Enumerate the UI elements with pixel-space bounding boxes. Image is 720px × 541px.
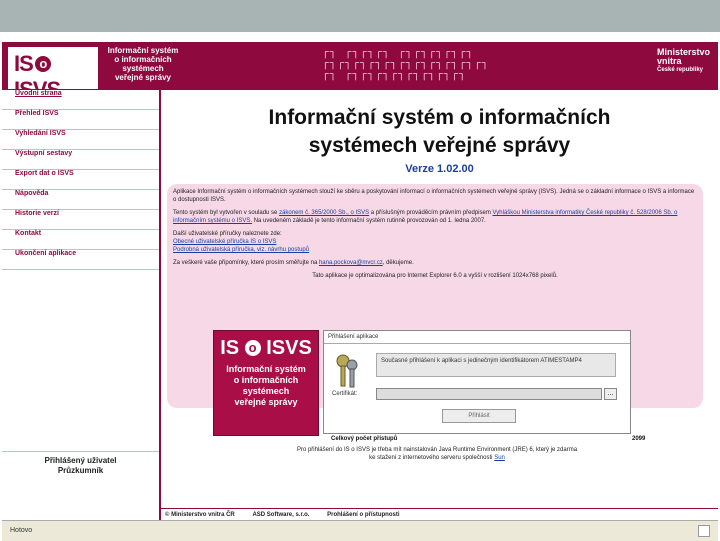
sidebar-item-overview[interactable]: Přehled ISVS xyxy=(2,110,159,130)
login-area: IS o ISVS Informační systém o informační… xyxy=(167,318,703,464)
header-banner: ISoISVS Informační systém o informačních… xyxy=(2,42,718,102)
version-label: Verze 1.02.00 xyxy=(405,163,474,175)
sidebar-item-export[interactable]: Export dat o ISVS xyxy=(2,170,159,190)
sidebar-item-contact[interactable]: Kontakt xyxy=(2,230,159,250)
info-paragraph-3: Další uživatelské příručky naleznete zde… xyxy=(173,231,310,253)
logged-user-box: Přihlášený uživatel Průzkumník xyxy=(2,451,159,476)
footer-asd-link[interactable]: ASD Software, s.r.o. xyxy=(252,512,309,518)
footer-accessibility-link[interactable]: Prohlášení o přístupnosti xyxy=(327,512,399,518)
manual-link-detailed[interactable]: Podrobná uživatelská příručka, viz. návr… xyxy=(173,247,309,253)
banner-subtitle: Informační systém o informačních systéme… xyxy=(107,46,179,82)
access-count-label: Celkový počet přístupů xyxy=(331,436,398,442)
isvs-big-logo: IS o ISVS Informační systém o informační… xyxy=(213,330,319,436)
keys-icon xyxy=(336,354,358,388)
login-button[interactable]: Přihlásit xyxy=(442,409,516,423)
sidebar-item-help[interactable]: Nápověda xyxy=(2,190,159,210)
sidebar-item-logout[interactable]: Ukončení aplikace xyxy=(2,250,159,270)
contact-email-link[interactable]: hana.pockova@mvcr.cz xyxy=(319,260,383,266)
login-box-title: Přihlášení aplikace xyxy=(324,331,630,344)
info-paragraph-1: Aplikace Informační systém o informačníc… xyxy=(173,189,695,203)
sidebar-item-version-history[interactable]: Historie verzí xyxy=(2,210,159,230)
sun-link[interactable]: Sun xyxy=(494,455,505,461)
logged-user-label: Přihlášený uživatel xyxy=(44,456,117,465)
law-link[interactable]: zákonem č. 365/2000 Sb., o ISVS xyxy=(279,210,369,216)
certificate-browse-button[interactable]: ... xyxy=(604,388,617,400)
zone-icon xyxy=(698,525,710,537)
ministry-logo: Ministerstvo vnitra České republiky xyxy=(656,47,710,74)
logged-user-name: Průzkumník xyxy=(57,466,104,475)
contact-paragraph: Za veškeré vaše připomínky, které prosím… xyxy=(173,260,414,266)
sidebar-item-reports[interactable]: Výstupní sestavy xyxy=(2,150,159,170)
footer-ministry-link[interactable]: © Ministerstvo vnitra ČR xyxy=(165,512,235,518)
browser-status-bar: Hotovo xyxy=(2,520,718,541)
status-text: Hotovo xyxy=(10,527,33,534)
login-box: Přihlášení aplikace Současné přihlášení … xyxy=(323,330,631,434)
certificate-label: Certifikát: xyxy=(332,391,358,397)
main-content: Informační systém o informačních systéme… xyxy=(161,90,718,502)
access-count-value: 2099 xyxy=(632,436,646,442)
sidebar-item-search[interactable]: Vyhledání ISVS xyxy=(2,130,159,150)
optimized-note: Tato aplikace je optimalizována pro Inte… xyxy=(312,273,558,279)
info-paragraph-2: Tento systém byl vytvořen v souladu se z… xyxy=(173,210,678,224)
sidebar-item-home[interactable]: Úvodní strana xyxy=(2,90,159,110)
window-top-bar xyxy=(0,0,720,32)
jre-note: Pro přihlášení do IS o ISVS je třeba mít… xyxy=(296,447,578,461)
certificate-input[interactable] xyxy=(376,388,602,400)
certificate-info: Současné přihlášení k aplikaci s jedineč… xyxy=(376,353,616,377)
banner-decoration: ┌┐ ┌┐┌┐┌┐ ┌┐┌┐┌┐┌┐┌┐ ┌┐┌┐┌┐┌┐┌┐┌┐┌┐┌┐┌┐┌… xyxy=(322,47,490,81)
isvs-logo[interactable]: ISoISVS xyxy=(8,47,98,102)
page-title: Informační systém o informačních systéme… xyxy=(268,106,611,157)
manual-link-general[interactable]: Obecné uživatelské příručka IS o ISVS xyxy=(173,239,276,245)
